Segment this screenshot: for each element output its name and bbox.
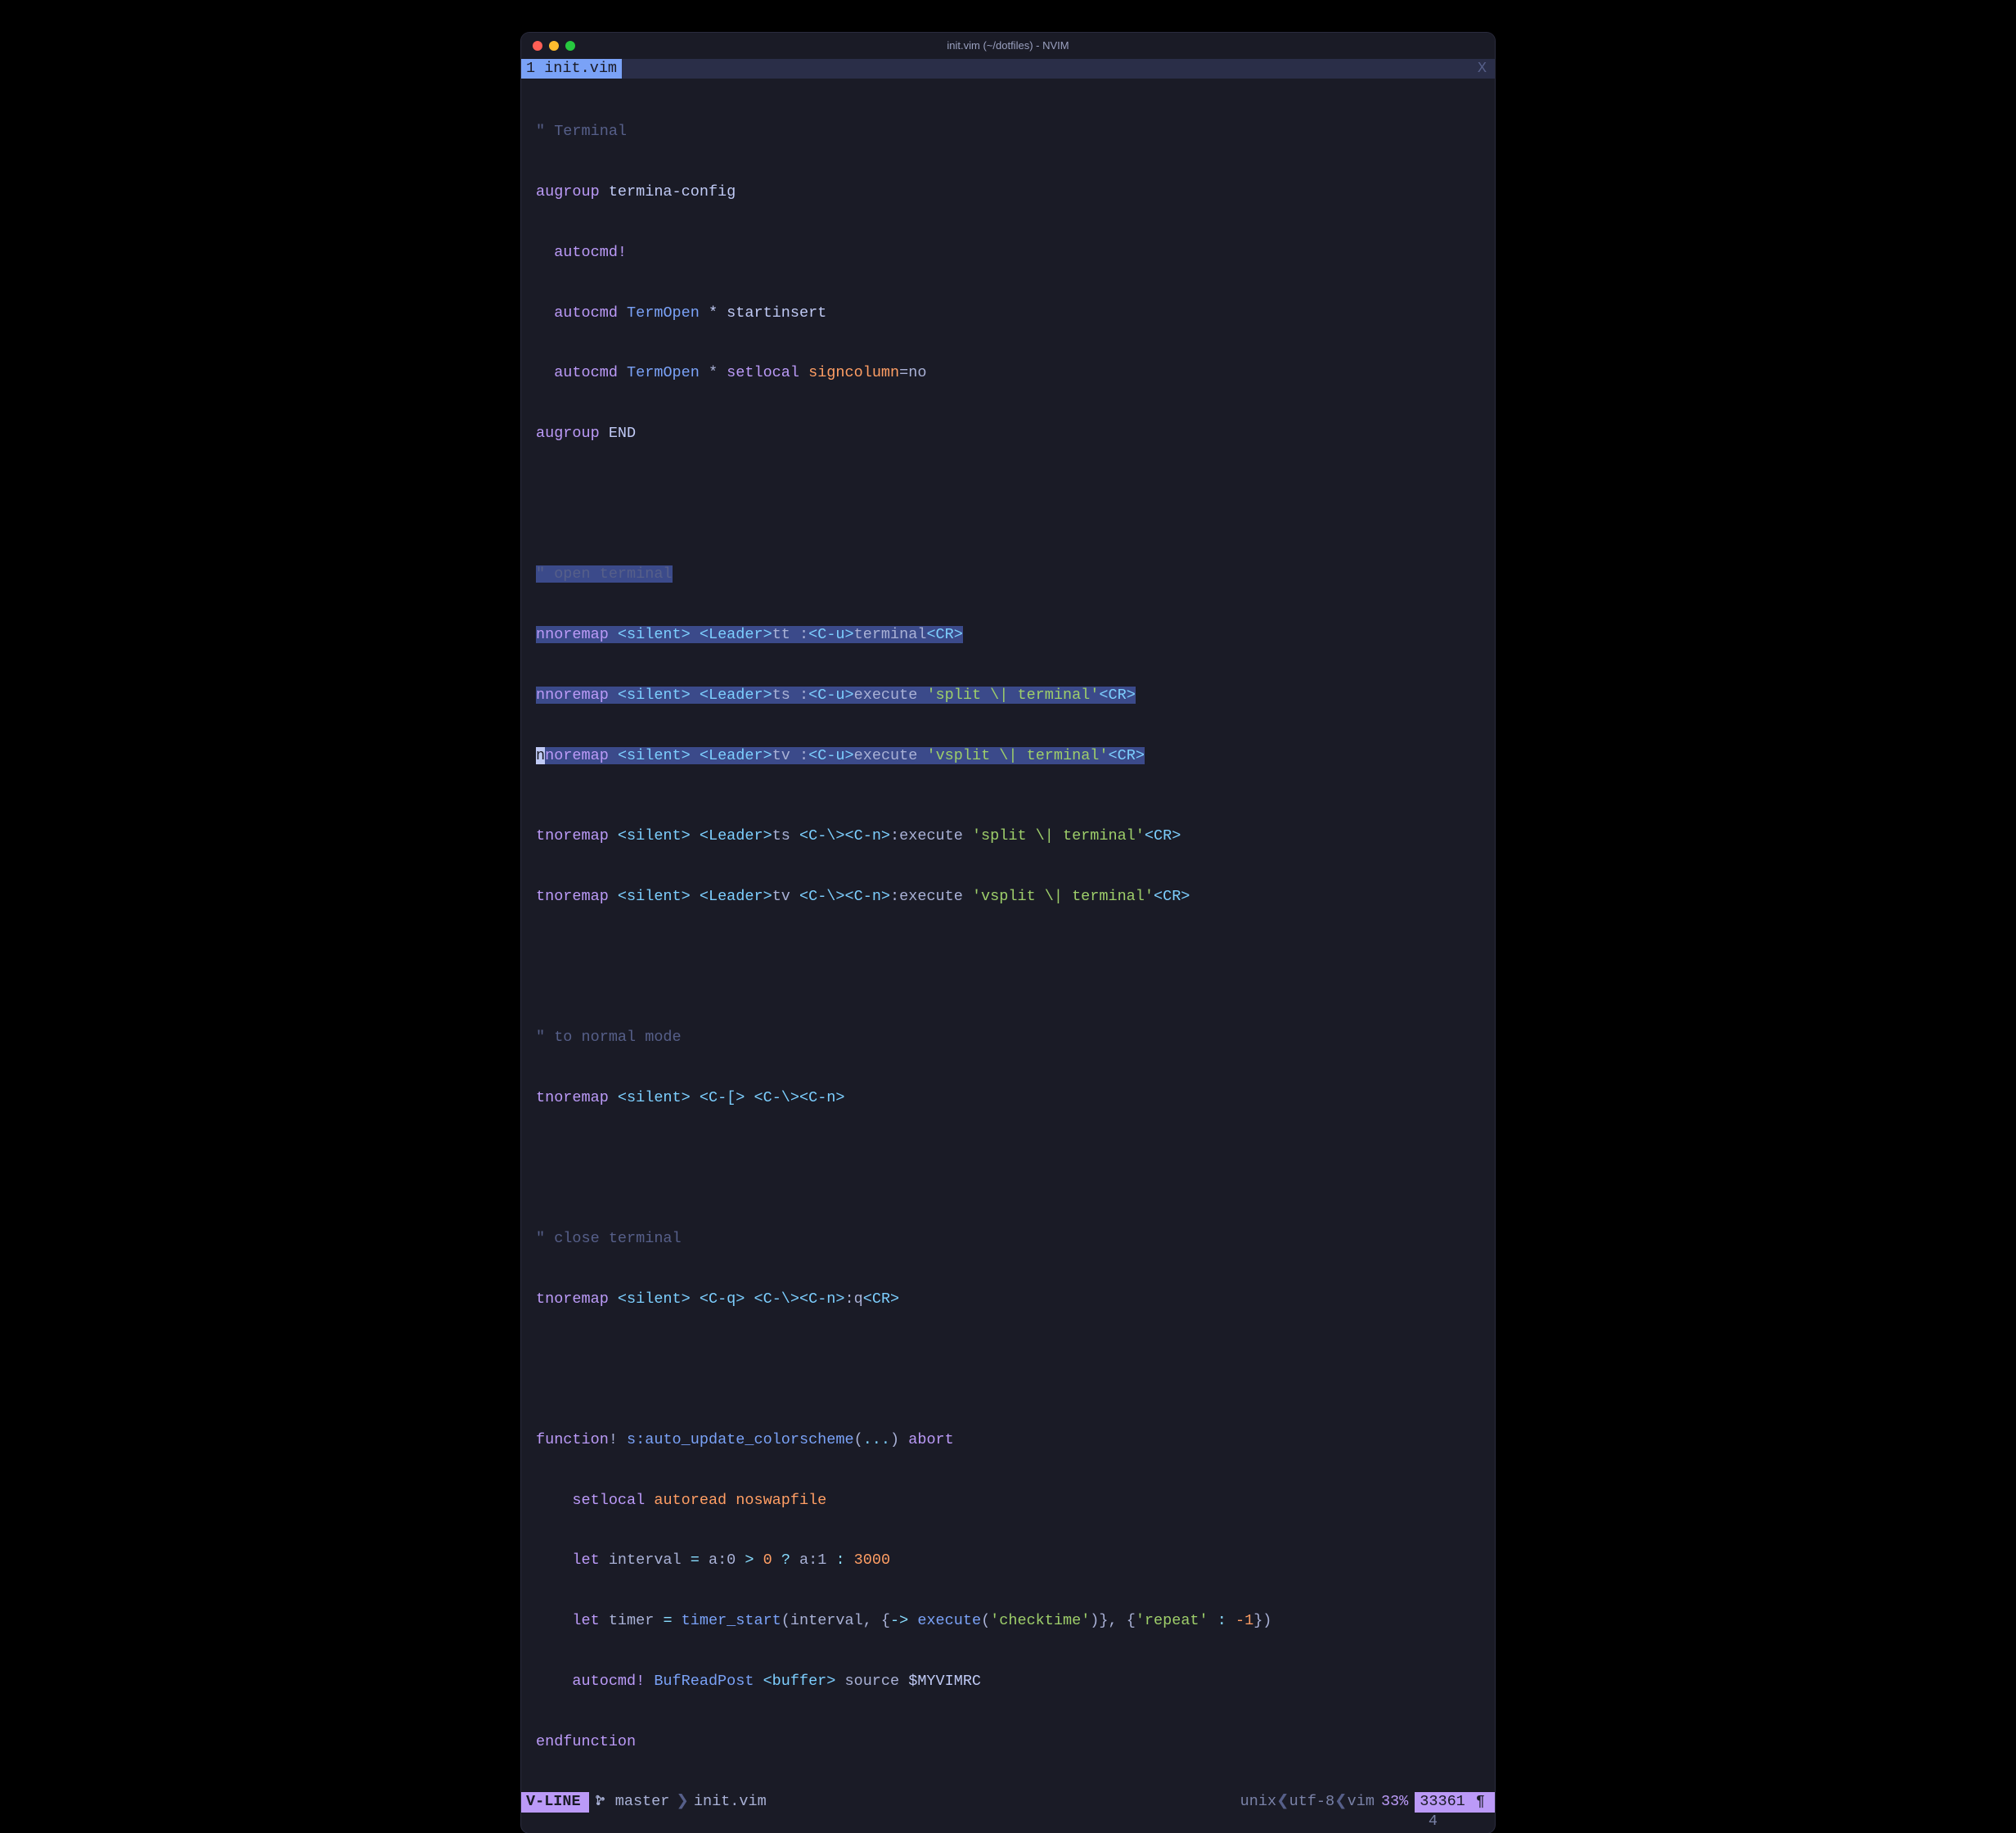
traffic-lights	[533, 41, 575, 51]
separator-icon: ❮	[1334, 1792, 1348, 1813]
branch-icon	[596, 1795, 606, 1806]
cursor-position: 33361 ¶	[1415, 1792, 1495, 1813]
code-keyword: augroup	[536, 183, 600, 200]
tabline: 1 init.vim X	[521, 59, 1495, 79]
git-branch: master	[589, 1792, 677, 1813]
editor-area[interactable]: " Terminal augroup termina-config autocm…	[521, 79, 1495, 1792]
minimize-icon[interactable]	[549, 41, 559, 51]
selected-line: " open terminal	[521, 565, 1495, 585]
status-filename: init.vim	[689, 1792, 767, 1813]
cursor: n	[536, 747, 545, 764]
close-icon[interactable]	[533, 41, 542, 51]
window-title: init.vim (~/dotfiles) - NVIM	[521, 38, 1495, 52]
selected-line-cursor: nnoremap <silent> <Leader>tv :<C-u>execu…	[521, 746, 1495, 767]
fileformat: unix	[1240, 1792, 1276, 1813]
visual-count: 4	[1429, 1813, 1438, 1830]
scroll-percent: 33%	[1375, 1792, 1415, 1813]
code-comment: " Terminal	[536, 123, 627, 140]
tab-active[interactable]: 1 init.vim	[521, 59, 622, 79]
filetype: vim	[1348, 1792, 1375, 1813]
selected-line: nnoremap <silent> <Leader>ts :<C-u>execu…	[521, 686, 1495, 706]
mode-indicator: V-LINE	[521, 1792, 589, 1813]
tab-close-icon[interactable]: X	[1478, 59, 1487, 79]
terminal-window: init.vim (~/dotfiles) - NVIM 1 init.vim …	[521, 33, 1495, 1833]
maximize-icon[interactable]	[565, 41, 575, 51]
titlebar: init.vim (~/dotfiles) - NVIM	[521, 33, 1495, 59]
statusline: V-LINE master ❯ init.vim unix ❮ utf-8 ❮ …	[521, 1792, 1495, 1812]
separator-icon: ❮	[1276, 1792, 1289, 1813]
command-line: 4	[521, 1812, 1495, 1833]
separator-icon: ❯	[676, 1792, 689, 1813]
pilcrow-icon: ¶	[1474, 1793, 1490, 1810]
selected-line: nnoremap <silent> <Leader>tt :<C-u>termi…	[521, 625, 1495, 646]
encoding: utf-8	[1289, 1792, 1335, 1813]
